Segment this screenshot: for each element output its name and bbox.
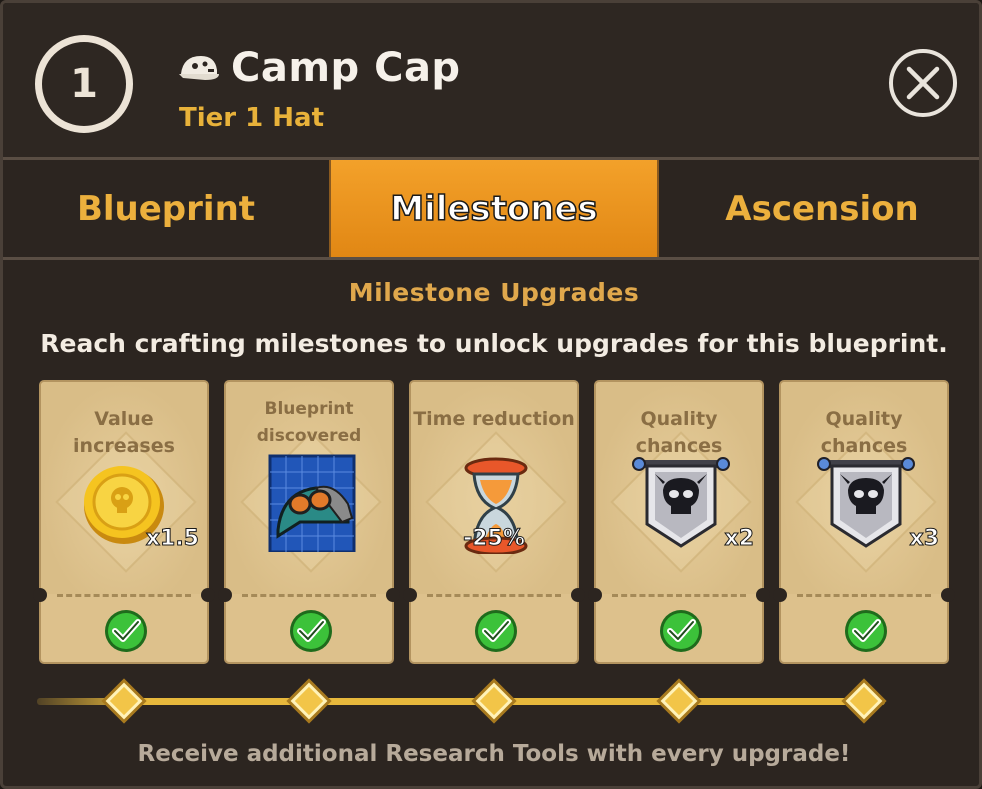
ticket-notch [756,588,770,602]
section-description: Reach crafting milestones to unlock upgr… [40,329,948,358]
ticket-notch [571,588,585,602]
ticket-notch [218,588,232,602]
tab-bar: Blueprint Milestones Ascension [3,160,979,257]
card-divider [242,594,376,597]
milestone-value: x2 [724,526,754,552]
milestone-label: Blueprint discovered [256,399,362,446]
milestone-value: -25% [463,526,526,552]
milestone-cards: Value increases x1.5 Blueprint discovere… [33,380,955,664]
ticket-notch [588,588,602,602]
ticket-notch [201,588,215,602]
ticket-notch [386,588,400,602]
milestone-value: x3 [909,526,939,552]
check-icon [845,610,887,652]
panel-header: 1 Camp Cap Tier 1 Hat [3,3,979,158]
skull-banner-icon [632,457,730,548]
check-icon [290,610,332,652]
ticket-notch [773,588,787,602]
check-icon [105,610,147,652]
section-title: Milestone Upgrades [348,278,640,307]
milestone-label: Time reduction [413,408,575,430]
item-detail-panel: 1 Camp Cap Tier 1 Hat Blueprint Mileston… [0,0,982,789]
milestone-card[interactable]: Time reduction -25% [403,380,585,664]
progress-node [290,682,328,720]
close-icon [906,66,940,100]
progress-node [475,682,513,720]
progress-node [105,682,143,720]
cap-icon [179,56,219,80]
milestone-value: x1.5 [145,526,199,552]
card-divider [612,594,746,597]
check-icon [475,610,517,652]
ticket-notch [941,588,955,602]
progress-node [845,682,883,720]
milestone-card[interactable]: Value increases x1.5 [33,380,215,664]
footer-note: Receive additional Research Tools with e… [137,741,851,767]
card-divider [57,594,191,597]
tabs-divider [3,257,979,260]
tab-milestones[interactable]: Milestones [329,160,659,257]
close-button[interactable] [889,49,957,117]
milestone-card[interactable]: Quality chances x3 [773,380,955,664]
ticket-notch [33,588,47,602]
tier-badge: 1 [35,35,133,133]
card-divider [427,594,561,597]
milestone-progress-track [37,698,885,705]
tier-number: 1 [70,61,98,107]
card-divider [797,594,931,597]
title-group: Camp Cap [175,45,461,91]
milestone-label: Quality chances [635,408,723,457]
milestone-label: Value increases [73,408,175,457]
milestone-card[interactable]: Blueprint discovered [218,380,400,664]
tab-blueprint[interactable]: Blueprint [3,160,329,257]
tab-ascension[interactable]: Ascension [659,160,979,257]
progress-node [660,682,698,720]
skull-banner-icon [817,457,915,548]
milestone-label: Quality chances [820,408,908,457]
ticket-notch [403,588,417,602]
item-subtitle: Tier 1 Hat [179,103,325,133]
check-icon [660,610,702,652]
item-title: Camp Cap [231,45,461,91]
cap-blueprint-icon [268,454,356,552]
milestone-card[interactable]: Quality chances x2 [588,380,770,664]
